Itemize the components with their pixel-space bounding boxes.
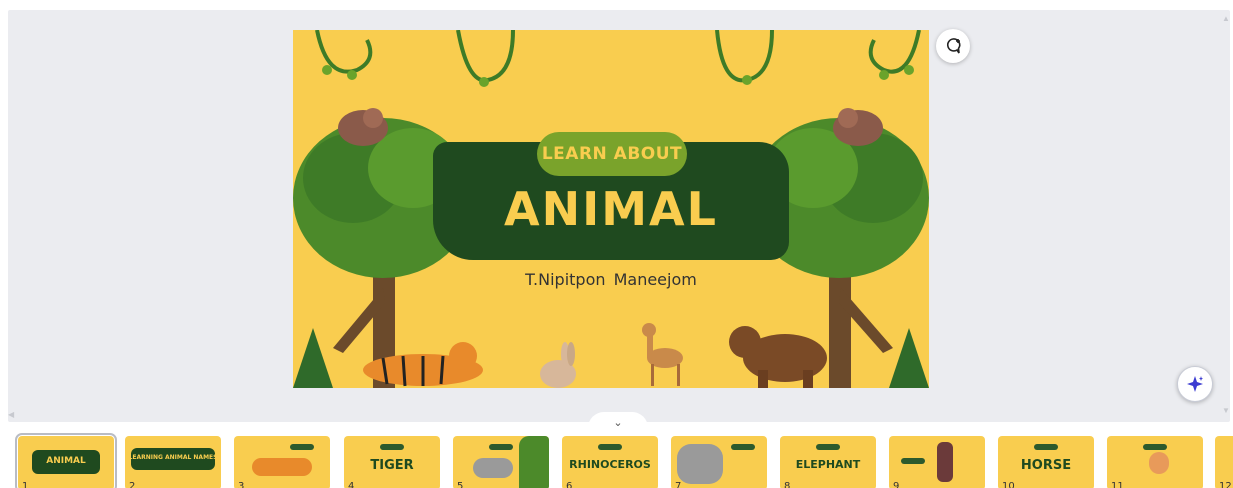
thumb-rhino <box>473 458 513 478</box>
slide-thumbnail[interactable]: 3 <box>234 436 330 488</box>
slide-thumbnail[interactable]: TIGER 4 <box>344 436 440 488</box>
slide-preview[interactable]: LEARN ABOUT ANIMAL T.Nipitpon Maneejom <box>293 30 929 388</box>
slide-thumbnail[interactable]: 5 <box>453 436 549 488</box>
slide-thumbnail[interactable]: RHINOCEROS 6 <box>562 436 658 488</box>
thumb-elephant <box>677 444 723 484</box>
thumb-label: RHINOCEROS <box>569 458 651 471</box>
slide-thumbnail[interactable]: 9 <box>889 436 985 488</box>
thumb-number: 4 <box>348 481 355 488</box>
slide-title: ANIMAL <box>504 182 718 236</box>
slide-thumbnail[interactable]: 12 <box>1215 436 1233 488</box>
slide-thumbnail[interactable]: LET'S START LEARNING ANIMAL NAMES 2 <box>125 436 221 488</box>
add-comment-icon <box>947 38 961 54</box>
thumb-animal <box>1149 452 1169 474</box>
magic-assistant-button[interactable] <box>1177 366 1213 402</box>
thumb-pill <box>1034 444 1058 450</box>
slide-thumbnail[interactable]: 11 <box>1107 436 1203 488</box>
thumb-number: 10 <box>1002 481 1015 488</box>
scroll-down-arrow[interactable]: ▼ <box>1222 406 1230 415</box>
thumb-tree <box>519 436 549 488</box>
slide-filmstrip: ANIMAL 1 LET'S START LEARNING ANIMAL NAM… <box>0 426 1233 488</box>
tiger-illustration <box>363 342 483 387</box>
thumb-pill <box>290 444 314 450</box>
sparkle-icon <box>1187 376 1203 392</box>
thumb-pill <box>598 444 622 450</box>
thumb-label: LEARNING ANIMAL NAMES <box>128 454 218 461</box>
thumb-tiger <box>252 458 312 476</box>
vine-decoration <box>456 30 515 87</box>
thumb-label: HORSE <box>1020 458 1072 473</box>
thumb-pill <box>380 444 404 450</box>
slide-tag: LEARN ABOUT <box>537 132 687 176</box>
thumb-horse <box>937 442 953 482</box>
thumb-tag: LET'S START <box>152 440 194 447</box>
vine-decoration <box>868 30 921 80</box>
thumb-number: 7 <box>675 481 682 488</box>
thumb-number: 1 <box>22 481 29 488</box>
thumb-number: 5 <box>457 481 464 488</box>
thumb-label: TIGER <box>370 458 414 473</box>
thumb-number: 8 <box>784 481 791 488</box>
thumb-number: 2 <box>129 481 136 488</box>
thumb-number: 11 <box>1111 481 1124 488</box>
vine-decoration <box>715 30 774 85</box>
thumb-pill <box>731 444 755 450</box>
rabbit-illustration <box>540 342 576 388</box>
bear-illustration <box>729 326 827 388</box>
scroll-left-arrow[interactable]: ◀ <box>8 410 14 419</box>
thumb-pill <box>489 444 513 450</box>
vine-decoration <box>315 30 373 80</box>
thumb-pill <box>1143 444 1167 450</box>
thumb-number: 3 <box>238 481 245 488</box>
thumb-pill <box>901 458 925 464</box>
slide-subtitle: T.Nipitpon Maneejom <box>525 270 697 289</box>
slide-thumbnail[interactable]: 7 <box>671 436 767 488</box>
slide-thumbnail[interactable]: ELEPHANT 8 <box>780 436 876 488</box>
thumb-number: 12 <box>1219 481 1232 488</box>
thumb-number: 6 <box>566 481 573 488</box>
slide-thumbnail[interactable]: HORSE 10 <box>998 436 1094 488</box>
thumb-number: 9 <box>893 481 900 488</box>
add-comment-button[interactable] <box>936 29 970 63</box>
scroll-up-arrow[interactable]: ▲ <box>1222 14 1230 23</box>
thumb-pill <box>816 444 840 450</box>
thumb-label: ANIMAL <box>46 456 86 466</box>
thumb-label: ELEPHANT <box>795 458 861 471</box>
deer-illustration <box>642 323 683 386</box>
slide-thumbnail[interactable]: ANIMAL 1 <box>15 433 117 488</box>
